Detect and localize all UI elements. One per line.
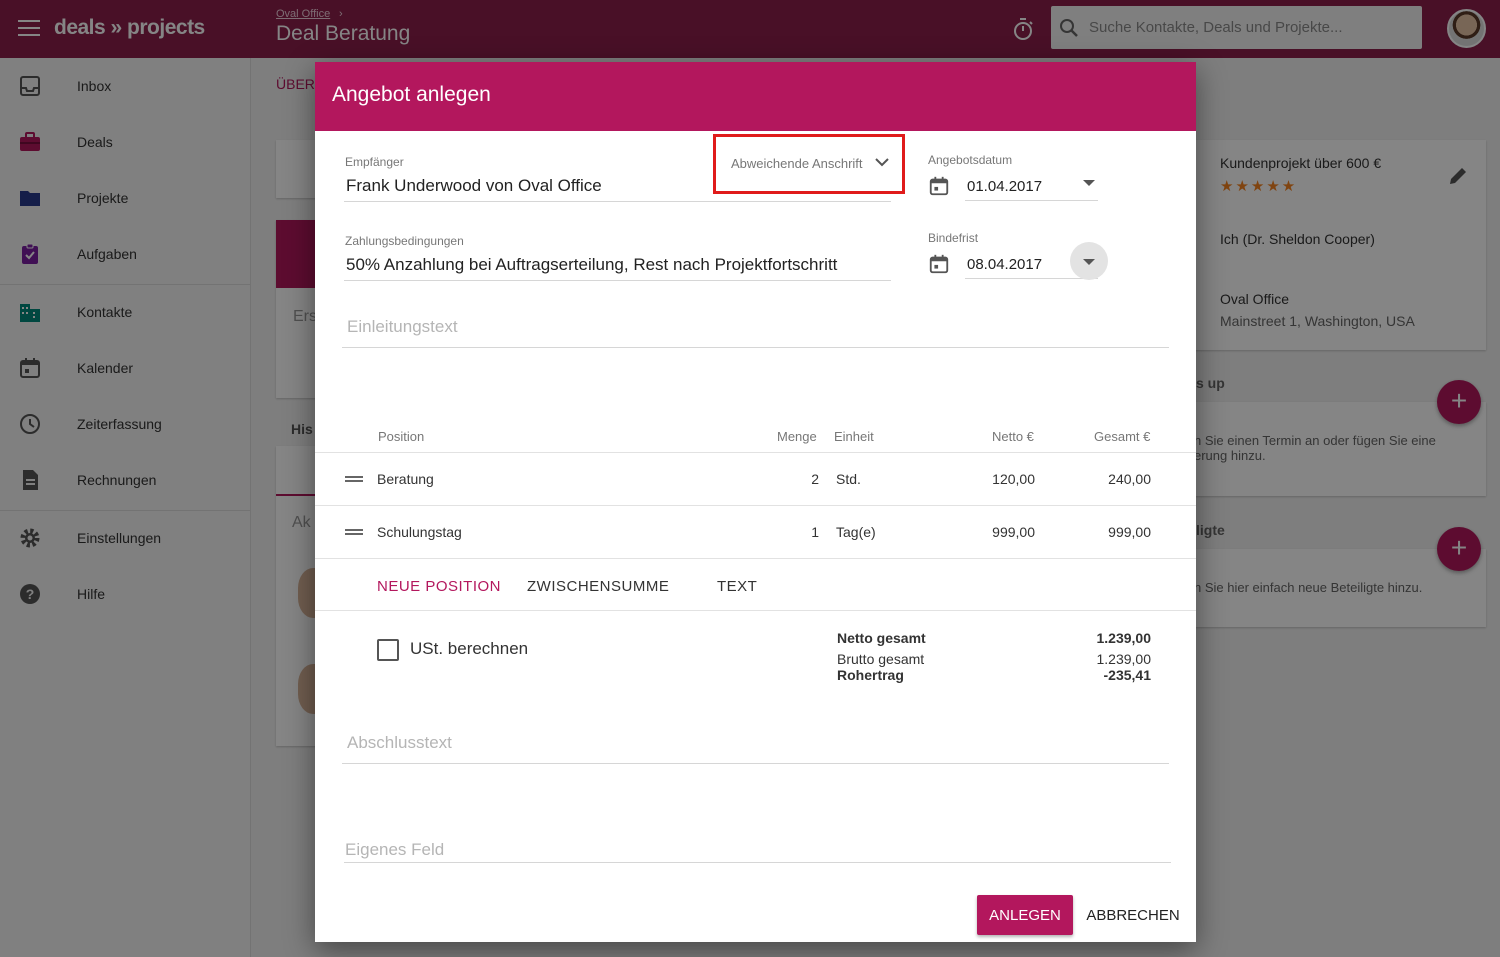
create-button[interactable]: ANLEGEN bbox=[977, 895, 1073, 935]
create-offer-dialog: Angebot anlegen Empfänger Frank Underwoo… bbox=[315, 62, 1196, 942]
payment-terms-field[interactable]: 50% Anzahlung bei Auftragserteilung, Res… bbox=[346, 255, 837, 275]
cell-total: 999,00 bbox=[1108, 524, 1151, 540]
vat-checkbox-label[interactable]: USt. berechnen bbox=[410, 639, 528, 659]
text-button[interactable]: TEXT bbox=[717, 578, 757, 595]
payment-terms-label: Zahlungsbedingungen bbox=[345, 234, 464, 248]
intro-text-field[interactable]: Einleitungstext bbox=[347, 317, 458, 337]
deadline-dropdown-button[interactable] bbox=[1070, 242, 1108, 280]
alternate-address-toggle[interactable]: Abweichende Anschrift bbox=[713, 134, 905, 194]
net-total-label: Netto gesamt bbox=[837, 630, 926, 646]
cancel-button[interactable]: ABBRECHEN bbox=[1080, 895, 1186, 935]
margin-value: -235,41 bbox=[1103, 667, 1151, 683]
vat-checkbox[interactable] bbox=[377, 639, 399, 661]
dialog-title: Angebot anlegen bbox=[332, 83, 491, 106]
calendar-icon[interactable] bbox=[928, 253, 950, 275]
offer-date-label: Angebotsdatum bbox=[928, 153, 1013, 167]
recipient-label: Empfänger bbox=[345, 155, 404, 169]
deadline-field[interactable]: 08.04.2017 bbox=[967, 256, 1042, 273]
offer-date-dropdown[interactable] bbox=[1083, 180, 1095, 186]
offer-date-underline bbox=[965, 200, 1098, 201]
recipient-field[interactable]: Frank Underwood von Oval Office bbox=[346, 176, 602, 196]
closing-text-underline bbox=[342, 763, 1169, 764]
offer-date-field[interactable]: 01.04.2017 bbox=[967, 178, 1042, 195]
deadline-underline bbox=[965, 278, 1098, 279]
closing-text-field[interactable]: Abschlusstext bbox=[347, 733, 452, 753]
table-divider bbox=[315, 610, 1196, 611]
deadline-label: Bindefrist bbox=[928, 231, 979, 245]
gross-total-value: 1.239,00 bbox=[1096, 651, 1152, 667]
drag-handle-icon[interactable] bbox=[345, 476, 363, 482]
cell-net[interactable]: 999,00 bbox=[955, 524, 1035, 540]
calendar-icon[interactable] bbox=[928, 175, 950, 197]
recipient-underline bbox=[344, 201, 891, 202]
table-divider bbox=[315, 452, 1196, 453]
subtotal-button[interactable]: ZWISCHENSUMME bbox=[527, 578, 669, 595]
payment-terms-underline bbox=[344, 280, 891, 281]
column-header-net: Netto € bbox=[992, 429, 1034, 444]
column-header-total: Gesamt € bbox=[1094, 429, 1151, 444]
cell-unit[interactable]: Std. bbox=[836, 471, 861, 487]
chevron-down-icon bbox=[1083, 259, 1095, 265]
cell-unit[interactable]: Tag(e) bbox=[836, 524, 876, 540]
cell-total: 240,00 bbox=[1108, 471, 1151, 487]
custom-field[interactable]: Eigenes Feld bbox=[345, 840, 444, 860]
cell-quantity[interactable]: 1 bbox=[755, 524, 819, 540]
cell-net[interactable]: 120,00 bbox=[955, 471, 1035, 487]
column-header-quantity: Menge bbox=[777, 429, 817, 444]
margin-label: Rohertrag bbox=[837, 667, 904, 683]
column-header-unit: Einheit bbox=[834, 429, 874, 444]
custom-field-underline bbox=[344, 862, 1171, 863]
gross-total-label: Brutto gesamt bbox=[837, 651, 925, 667]
cell-position[interactable]: Beratung bbox=[377, 471, 434, 487]
column-header-position: Position bbox=[378, 429, 425, 444]
net-total-value: 1.239,00 bbox=[1096, 630, 1152, 646]
drag-handle-icon[interactable] bbox=[345, 529, 363, 535]
table-divider bbox=[315, 558, 1196, 559]
new-position-button[interactable]: NEUE POSITION bbox=[377, 578, 501, 595]
intro-text-underline bbox=[342, 347, 1169, 348]
chevron-down-icon bbox=[875, 158, 889, 167]
cell-quantity[interactable]: 2 bbox=[755, 471, 819, 487]
alternate-address-label: Abweichende Anschrift bbox=[731, 156, 863, 171]
dialog-header: Angebot anlegen bbox=[315, 62, 1196, 131]
table-divider bbox=[315, 505, 1196, 506]
cell-position[interactable]: Schulungstag bbox=[377, 524, 462, 540]
